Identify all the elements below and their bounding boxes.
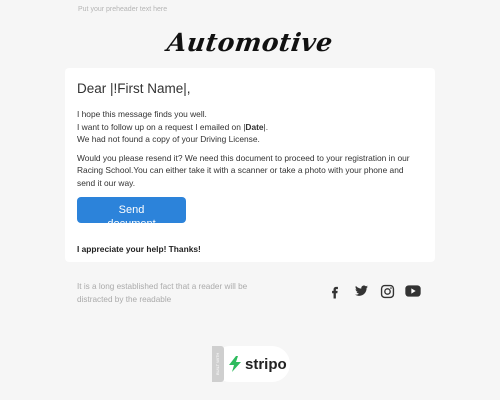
email-card: Dear |!First Name|, I hope this message … <box>65 68 435 262</box>
facebook-icon[interactable] <box>327 283 343 299</box>
paragraph-request: Would you please resend it? We need this… <box>77 152 410 188</box>
stripo-badge[interactable]: BUILT WITH stripo <box>212 346 290 382</box>
thanks-text: I appreciate your help! Thanks! <box>77 244 201 254</box>
line-2: I want to follow up on a request I email… <box>77 121 423 134</box>
built-with-tag: BUILT WITH <box>212 346 224 382</box>
twitter-icon[interactable] <box>353 283 369 299</box>
line-2-prefix: I want to follow up on a request I email… <box>77 121 246 132</box>
line-3: We had not found a copy of your Driving … <box>77 134 260 144</box>
date-placeholder: Date <box>245 121 264 132</box>
preheader-text: Put your preheader text here <box>78 6 168 13</box>
paragraph-intro: I hope this message finds you well. I wa… <box>77 108 423 146</box>
footer-text: It is a long established fact that a rea… <box>77 282 248 304</box>
logo: Automotive <box>165 28 335 57</box>
greeting: Dear |!First Name|, <box>77 81 191 96</box>
social-links <box>327 283 421 299</box>
instagram-icon[interactable] <box>379 283 395 299</box>
send-document-button[interactable]: Send document <box>77 197 186 230</box>
stripo-logo-icon <box>228 356 242 372</box>
line-2-suffix: |. <box>263 121 269 132</box>
youtube-icon[interactable] <box>405 283 421 299</box>
line-1: I hope this message finds you well. <box>77 109 207 119</box>
stripo-wordmark: stripo <box>245 355 287 373</box>
